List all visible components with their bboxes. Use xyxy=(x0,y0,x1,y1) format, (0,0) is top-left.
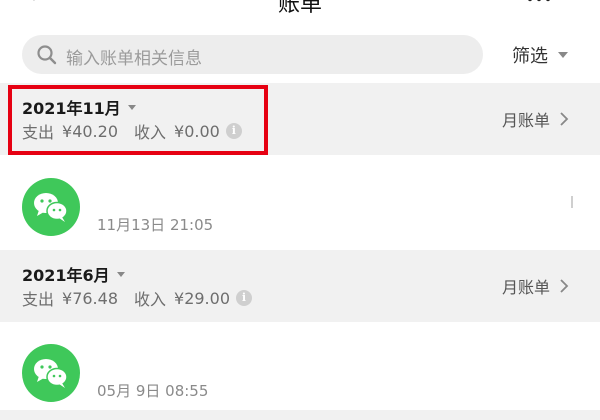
chevron-right-icon xyxy=(560,112,569,126)
month-summary: 支出 ¥76.48 收入 ¥29.00 i xyxy=(22,286,252,310)
transaction-time: 11月13日 21:05 xyxy=(97,216,214,234)
section-divider xyxy=(0,410,600,420)
search-box[interactable]: 输入账单相关信息 xyxy=(22,35,483,74)
search-input-placeholder[interactable]: 输入账单相关信息 xyxy=(66,44,202,69)
info-icon[interactable]: i xyxy=(236,290,252,306)
search-icon xyxy=(37,45,57,65)
monthly-bill-link[interactable]: 月账单 xyxy=(502,107,570,131)
monthly-bill-label: 月账单 xyxy=(502,111,551,130)
transaction-row[interactable]: 05月 9日 08:55 xyxy=(0,340,600,420)
transaction-time: 05月 9日 08:55 xyxy=(97,382,209,400)
month-picker[interactable]: 2021年6月 xyxy=(22,262,125,286)
more-icon[interactable] xyxy=(526,0,552,4)
expense-amount: ¥76.48 xyxy=(62,288,118,308)
caret-down-icon xyxy=(558,52,568,58)
transaction-row[interactable]: 11月13日 21:05 xyxy=(0,174,600,258)
monthly-bill-link[interactable]: 月账单 xyxy=(502,274,570,298)
highlight-annotation xyxy=(8,85,268,155)
filter-button[interactable]: 筛选 xyxy=(512,42,568,68)
income-amount: ¥29.00 xyxy=(174,288,230,308)
caret-down-icon xyxy=(116,271,125,277)
row-marker xyxy=(571,196,573,208)
month-title: 2021年6月 xyxy=(22,266,110,285)
wechat-icon xyxy=(22,178,80,236)
month-header-2021-06[interactable]: 2021年6月 支出 ¥76.48 收入 ¥29.00 i 月账单 xyxy=(0,250,600,322)
chevron-right-icon xyxy=(560,279,569,293)
page-title: 账单 xyxy=(277,0,322,17)
income-label: 收入 xyxy=(134,290,167,309)
filter-label: 筛选 xyxy=(512,46,548,67)
top-bar: 账单 xyxy=(0,0,600,17)
monthly-bill-label: 月账单 xyxy=(502,278,551,297)
wechat-icon xyxy=(22,344,80,402)
expense-label: 支出 xyxy=(22,290,55,309)
